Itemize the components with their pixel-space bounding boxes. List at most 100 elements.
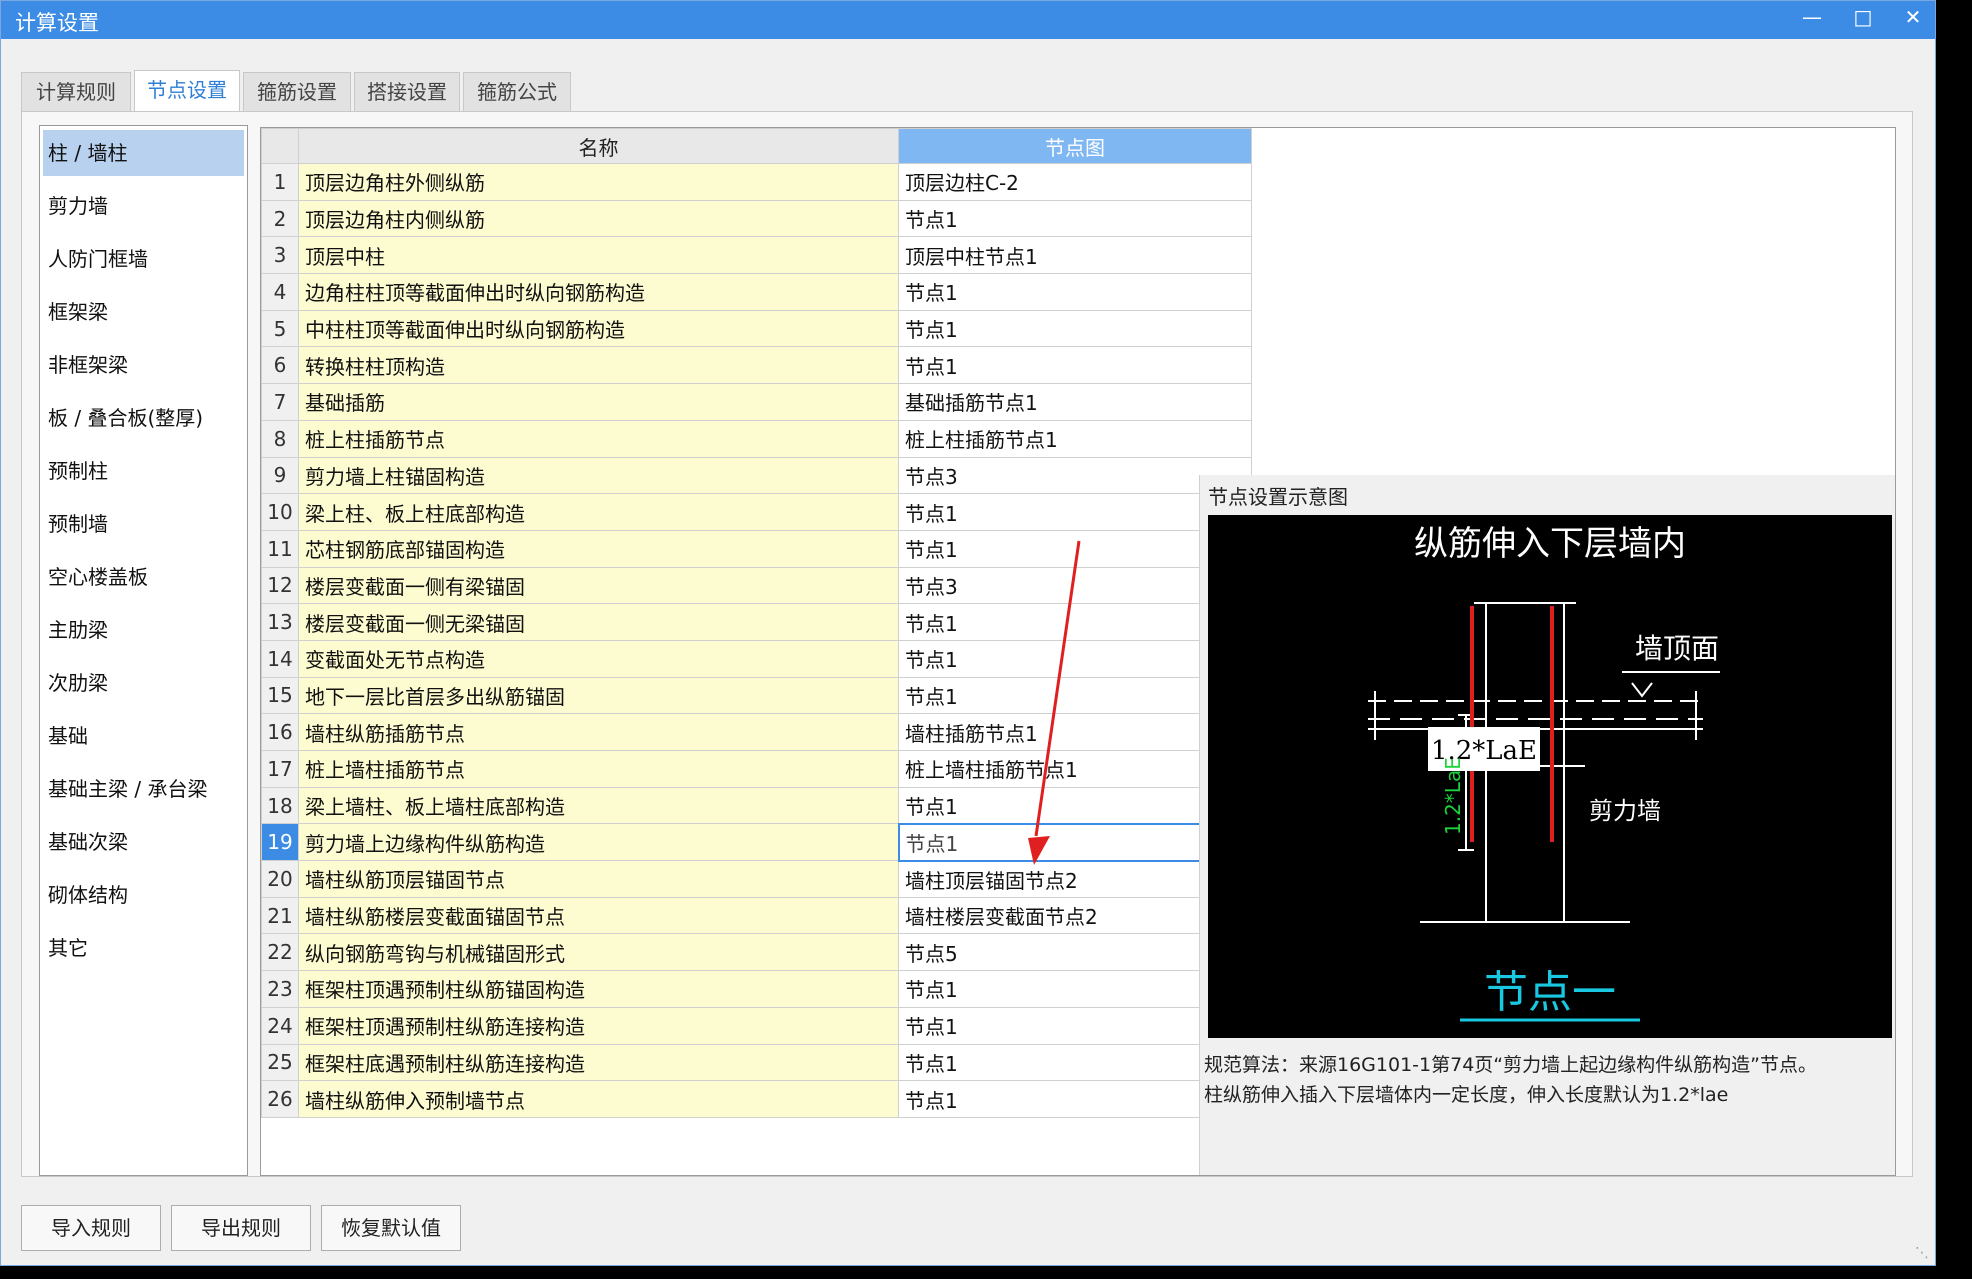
tab-node-settings[interactable]: 节点设置	[134, 70, 240, 112]
tab-stirrup-formula[interactable]: 箍筋公式	[463, 72, 571, 112]
row-name-cell[interactable]: 墙柱纵筋顶层锚固节点	[298, 860, 899, 898]
category-item[interactable]: 预制墙	[43, 501, 244, 547]
table-row[interactable]: 5 中柱柱顶等截面伸出时纵向钢筋构造 节点1	[261, 309, 1252, 348]
table-row[interactable]: 3 顶层中柱 顶层中柱节点1	[261, 236, 1252, 275]
table-row[interactable]: 23 框架柱顶遇预制柱纵筋锚固构造 节点1	[261, 970, 1252, 1008]
table-row[interactable]: 11 芯柱钢筋底部锚固构造 节点1	[261, 529, 1252, 568]
row-number[interactable]: 14	[261, 639, 299, 678]
maximize-icon[interactable]: □	[1843, 5, 1883, 35]
category-item[interactable]: 非框架梁	[43, 342, 244, 388]
tab-stirrup-settings[interactable]: 箍筋设置	[243, 72, 351, 112]
tab-lap-settings[interactable]: 搭接设置	[354, 72, 460, 112]
row-number[interactable]: 24	[261, 1006, 299, 1045]
row-number[interactable]: 12	[261, 566, 299, 605]
row-number[interactable]: 18	[261, 786, 299, 825]
table-row[interactable]: 6 转换柱柱顶构造 节点1	[261, 346, 1252, 385]
row-name-cell[interactable]: 墙柱纵筋伸入预制墙节点	[298, 1080, 899, 1118]
row-number[interactable]: 2	[261, 199, 299, 238]
row-number[interactable]: 5	[261, 309, 299, 348]
row-name-cell[interactable]: 桩上墙柱插筋节点	[298, 750, 899, 788]
table-row[interactable]: 19 剪力墙上边缘构件纵筋构造 节点1	[261, 822, 1253, 862]
table-row[interactable]: 2 顶层边角柱内侧纵筋 节点1	[261, 199, 1252, 238]
category-item[interactable]: 基础次梁	[43, 819, 244, 865]
tab-calc-rules[interactable]: 计算规则	[21, 72, 131, 112]
row-name-cell[interactable]: 地下一层比首层多出纵筋锚固	[298, 676, 899, 715]
category-item[interactable]: 空心楼盖板	[43, 554, 244, 600]
row-name-cell[interactable]: 框架柱底遇预制柱纵筋连接构造	[298, 1043, 899, 1082]
table-row[interactable]: 9 剪力墙上柱锚固构造 节点3	[261, 456, 1252, 495]
category-item[interactable]: 基础	[43, 713, 244, 759]
title-bar[interactable]: 计算设置 — □ ✕	[1, 1, 1935, 39]
row-number[interactable]: 13	[261, 603, 299, 641]
row-number[interactable]: 19	[261, 823, 299, 862]
category-item[interactable]: 基础主梁 / 承台梁	[43, 766, 244, 812]
row-name-cell[interactable]: 转换柱柱顶构造	[298, 346, 899, 385]
table-row[interactable]: 24 框架柱顶遇预制柱纵筋连接构造 节点1	[261, 1006, 1252, 1045]
category-item[interactable]: 剪力墙	[43, 183, 244, 229]
category-item[interactable]: 柱 / 墙柱	[43, 130, 244, 176]
table-row[interactable]: 8 桩上柱插筋节点 桩上柱插筋节点1	[261, 419, 1252, 458]
row-name-cell[interactable]: 顶层边角柱内侧纵筋	[298, 199, 899, 238]
row-name-cell[interactable]: 边角柱柱顶等截面伸出时纵向钢筋构造	[298, 273, 899, 311]
table-row[interactable]: 1 顶层边角柱外侧纵筋 顶层边柱C-2	[261, 163, 1252, 201]
table-row[interactable]: 16 墙柱纵筋插筋节点 墙柱插筋节点1	[261, 713, 1252, 751]
category-item[interactable]: 框架梁	[43, 289, 244, 335]
row-number[interactable]: 4	[261, 273, 299, 311]
table-row[interactable]: 12 楼层变截面一侧有梁锚固 节点3	[261, 566, 1252, 605]
table-row[interactable]: 26 墙柱纵筋伸入预制墙节点 节点1	[261, 1080, 1252, 1118]
row-name-cell[interactable]: 梁上墙柱、板上墙柱底部构造	[298, 786, 899, 825]
row-number[interactable]: 23	[261, 970, 299, 1008]
row-name-cell[interactable]: 墙柱纵筋插筋节点	[298, 713, 899, 751]
table-row[interactable]: 22 纵向钢筋弯钩与机械锚固形式 节点5	[261, 933, 1252, 972]
row-name-cell[interactable]: 梁上柱、板上柱底部构造	[298, 493, 899, 531]
row-name-cell[interactable]: 剪力墙上柱锚固构造	[298, 456, 899, 495]
row-number[interactable]: 7	[261, 383, 299, 421]
row-node-cell[interactable]: 节点1	[898, 199, 1252, 238]
row-number[interactable]: 8	[261, 419, 299, 458]
row-node-cell[interactable]: 节点1	[898, 346, 1252, 385]
row-node-cell[interactable]: 节点1	[898, 309, 1252, 348]
table-row[interactable]: 21 墙柱纵筋楼层变截面锚固节点 墙柱楼层变截面节点2	[261, 896, 1252, 935]
row-number[interactable]: 6	[261, 346, 299, 385]
minimize-icon[interactable]: —	[1792, 5, 1832, 35]
row-name-cell[interactable]: 桩上柱插筋节点	[298, 419, 899, 458]
row-number[interactable]: 20	[261, 860, 299, 898]
column-header-name[interactable]: 名称	[298, 128, 899, 164]
row-name-cell[interactable]: 芯柱钢筋底部锚固构造	[298, 529, 899, 568]
export-rules-button[interactable]: 导出规则	[171, 1205, 311, 1251]
category-list[interactable]: 柱 / 墙柱 剪力墙 人防门框墙 框架梁 非框架梁 板 / 叠合板(整厚) 预制…	[39, 125, 248, 1176]
row-number[interactable]: 17	[261, 750, 299, 788]
table-row[interactable]: 15 地下一层比首层多出纵筋锚固 节点1	[261, 676, 1252, 715]
row-number[interactable]: 10	[261, 493, 299, 531]
table-row[interactable]: 25 框架柱底遇预制柱纵筋连接构造 节点1	[261, 1043, 1252, 1082]
row-node-cell[interactable]: 桩上柱插筋节点1	[898, 419, 1252, 458]
category-item[interactable]: 次肋梁	[43, 660, 244, 706]
category-item[interactable]: 板 / 叠合板(整厚)	[43, 395, 244, 441]
table-row[interactable]: 4 边角柱柱顶等截面伸出时纵向钢筋构造 节点1	[261, 273, 1252, 311]
table-row[interactable]: 10 梁上柱、板上柱底部构造 节点1	[261, 493, 1252, 531]
restore-defaults-button[interactable]: 恢复默认值	[321, 1205, 461, 1251]
row-number[interactable]: 15	[261, 676, 299, 715]
row-number[interactable]: 16	[261, 713, 299, 751]
row-number[interactable]: 26	[261, 1080, 299, 1118]
category-item[interactable]: 预制柱	[43, 448, 244, 494]
table-row[interactable]: 17 桩上墙柱插筋节点 桩上墙柱插筋节点1	[261, 750, 1252, 788]
category-item[interactable]: 砌体结构	[43, 872, 244, 918]
category-item[interactable]: 其它	[43, 925, 244, 971]
row-number[interactable]: 25	[261, 1043, 299, 1082]
row-name-cell[interactable]: 中柱柱顶等截面伸出时纵向钢筋构造	[298, 309, 899, 348]
row-node-cell[interactable]: 顶层中柱节点1	[898, 236, 1252, 275]
row-number[interactable]: 9	[261, 456, 299, 495]
resize-grip-icon[interactable]: ⋱	[1915, 1245, 1929, 1261]
row-name-cell[interactable]: 墙柱纵筋楼层变截面锚固节点	[298, 896, 899, 935]
row-name-cell[interactable]: 纵向钢筋弯钩与机械锚固形式	[298, 933, 899, 972]
row-number[interactable]: 3	[261, 236, 299, 275]
row-number[interactable]: 21	[261, 896, 299, 935]
table-row[interactable]: 14 变截面处无节点构造 节点1	[261, 639, 1252, 678]
table-row[interactable]: 18 梁上墙柱、板上墙柱底部构造 节点1	[261, 786, 1252, 825]
row-node-cell[interactable]: 顶层边柱C-2	[898, 163, 1252, 201]
category-item[interactable]: 主肋梁	[43, 607, 244, 653]
row-node-cell[interactable]: 基础插筋节点1	[898, 383, 1252, 421]
row-number[interactable]: 1	[261, 163, 299, 201]
row-name-cell[interactable]: 楼层变截面一侧无梁锚固	[298, 603, 899, 641]
